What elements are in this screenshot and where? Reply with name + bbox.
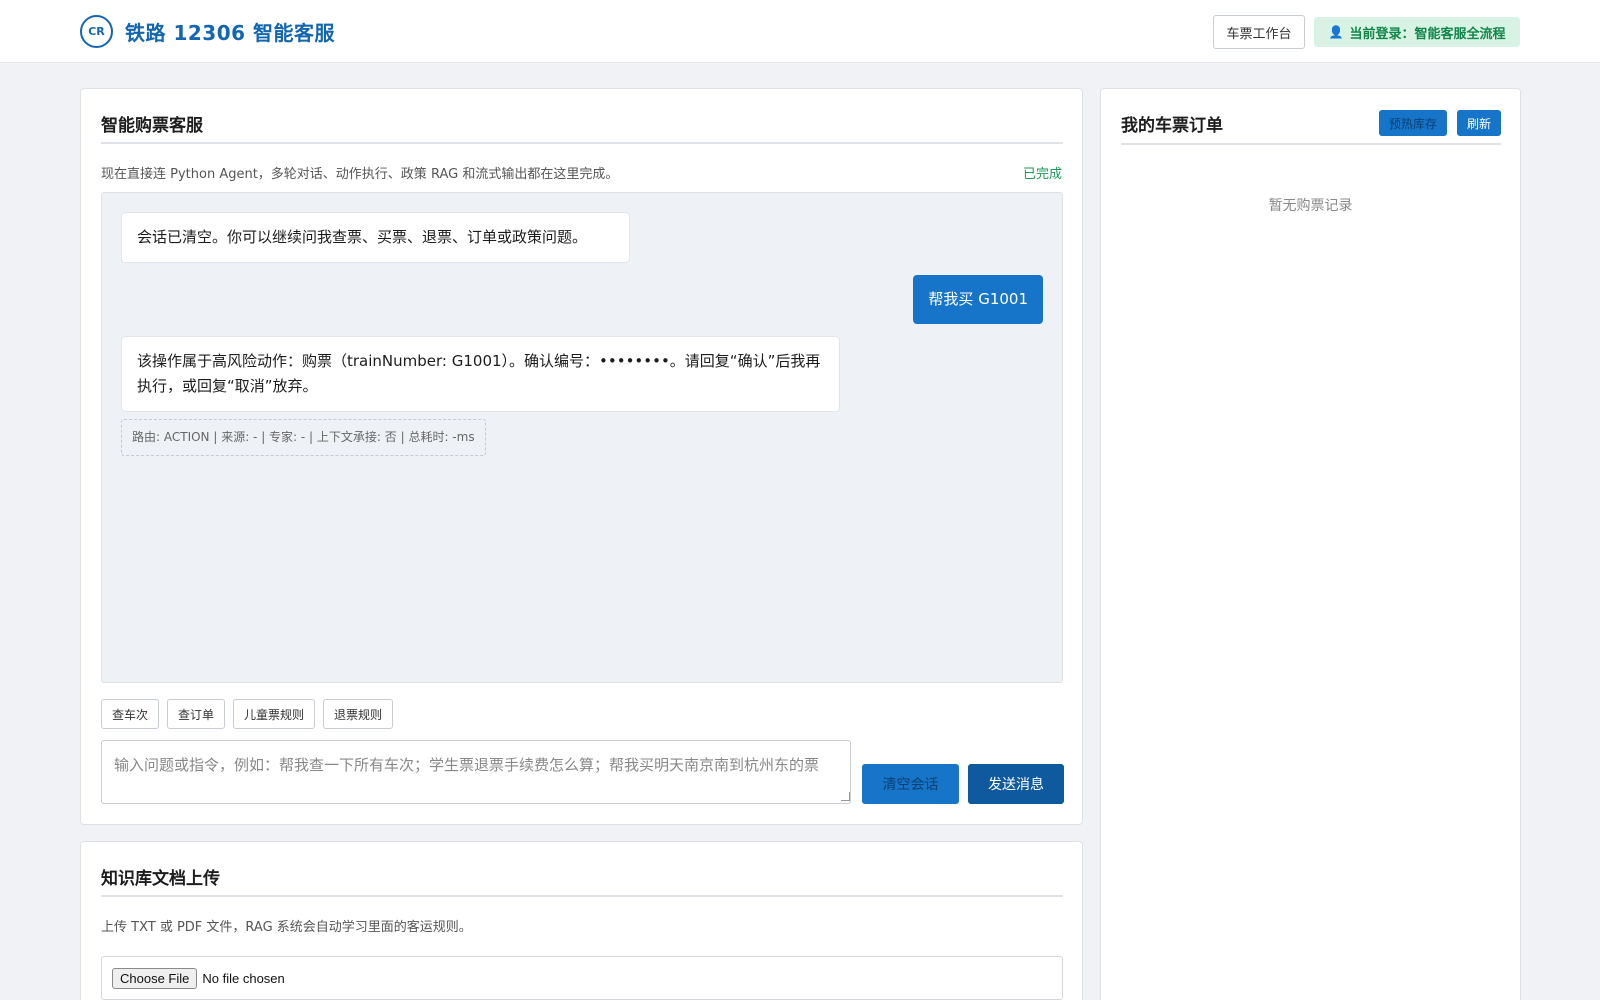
railway-logo-icon: CR [80,15,113,48]
login-status-badge: 👤 当前登录：智能客服全流程 [1314,17,1520,47]
brand: CR 铁路 12306 智能客服 [80,15,335,48]
bot-message: 该操作属于高风险动作：购票（trainNumber: G1001）。确认编号：•… [121,336,840,412]
chat-panel-title: 智能购票客服 [101,116,203,136]
refresh-button[interactable]: 刷新 [1457,110,1501,136]
ticket-workbench-button[interactable]: 车票工作台 [1213,15,1305,49]
chat-input[interactable]: 输入问题或指令，例如：帮我查一下所有车次；学生票退票手续费怎么算；帮我买明天南京… [101,740,851,804]
quick-actions: 查车次 查订单 儿童票规则 退票规则 [101,699,394,729]
send-message-button[interactable]: 发送消息 [968,764,1064,804]
app-title: 铁路 12306 智能客服 [125,21,336,45]
knowledge-subtitle: 上传 TXT 或 PDF 文件，RAG 系统会自动学习里面的客运规则。 [101,920,472,935]
file-input[interactable]: Choose File No file chosen [101,956,1063,1000]
user-icon: 👤 [1328,25,1344,39]
choose-file-button[interactable]: Choose File [112,967,198,989]
orders-panel-title: 我的车票订单 [1121,116,1223,136]
orders-panel: 我的车票订单 预热库存 刷新 暂无购票记录 [1100,88,1521,1000]
quick-action-refund-rules[interactable]: 退票规则 [323,699,394,729]
quick-action-query-orders[interactable]: 查订单 [167,699,226,729]
divider [101,895,1063,897]
clear-session-button[interactable]: 清空会话 [862,764,959,804]
login-status-text: 当前登录：智能客服全流程 [1349,26,1506,42]
top-navbar: CR 铁路 12306 智能客服 车票工作台 👤 当前登录：智能客服全流程 [0,0,1600,63]
file-status-text: No file chosen [202,970,285,986]
chat-panel: 智能购票客服 现在直接连 Python Agent，多轮对话、动作执行、政策 R… [80,88,1083,825]
knowledge-panel-title: 知识库文档上传 [101,869,220,889]
preheat-inventory-button[interactable]: 预热库存 [1379,110,1447,136]
knowledge-upload-panel: 知识库文档上传 上传 TXT 或 PDF 文件，RAG 系统会自动学习里面的客运… [80,841,1083,1000]
empty-orders-text: 暂无购票记录 [1268,198,1353,214]
chat-status: 已完成 [1022,167,1062,182]
user-message: 帮我买 G1001 [913,275,1043,324]
divider [101,142,1063,144]
divider [1121,143,1501,145]
chat-message-area[interactable]: 会话已清空。你可以继续问我查票、买票、退票、订单或政策问题。 帮我买 G1001… [101,192,1063,683]
quick-action-query-trains[interactable]: 查车次 [101,699,160,729]
chat-subtitle: 现在直接连 Python Agent，多轮对话、动作执行、政策 RAG 和流式输… [101,167,619,182]
quick-action-child-ticket-rules[interactable]: 儿童票规则 [233,699,316,729]
route-meta-info: 路由: ACTION | 来源: - | 专家: - | 上下文承接: 否 | … [121,419,486,456]
bot-message: 会话已清空。你可以继续问我查票、买票、退票、订单或政策问题。 [121,212,630,263]
